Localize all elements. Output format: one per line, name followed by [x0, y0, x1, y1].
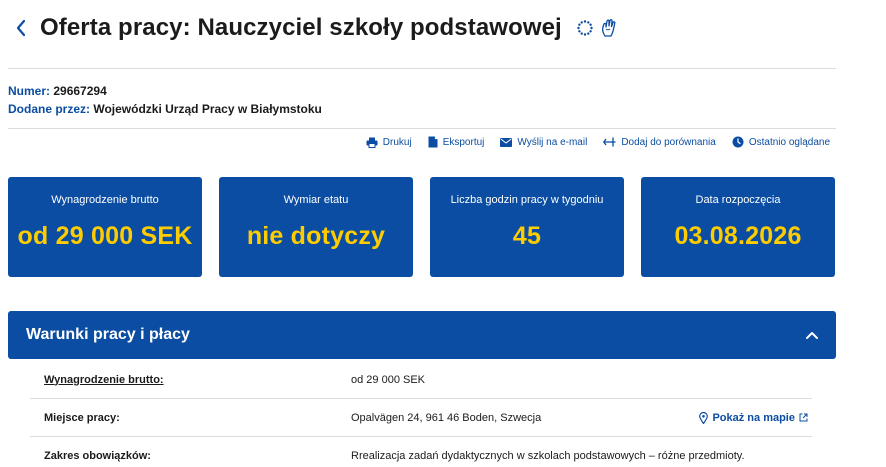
detail-key: Zakres obowiązków: — [44, 450, 151, 462]
print-button[interactable]: Drukuj — [366, 137, 412, 148]
accordion-title: Warunki pracy i płacy — [26, 326, 190, 343]
compare-icon — [603, 137, 616, 147]
added-by-row: Dodane przez: Wojewódzki Urząd Pracy w B… — [8, 100, 322, 118]
detail-value: Rrealizacja zadań dydaktycznych w szkola… — [351, 450, 745, 462]
meta-divider — [8, 128, 836, 129]
employment-card: Wymiar etatu nie dotyczy — [219, 177, 413, 277]
eu-stars-icon[interactable] — [576, 19, 594, 37]
added-by-value: Wojewódzki Urząd Pracy w Białymstoku — [93, 102, 322, 116]
printer-icon — [366, 137, 378, 148]
page-header: Oferta pracy: Nauczyciel szkoły podstawo… — [8, 8, 836, 48]
detail-key: Wynagrodzenie brutto: — [44, 373, 164, 386]
title-icons — [576, 18, 618, 38]
detail-value: Opalvägen 24, 961 46 Boden, Szwecja — [351, 411, 542, 424]
document-icon — [428, 136, 438, 148]
offer-number-value: 29667294 — [53, 84, 107, 98]
working-conditions-table: Wynagrodzenie brutto: od 29 000 SEK Miej… — [30, 361, 812, 467]
clock-icon — [732, 136, 744, 148]
employment-card-value: nie dotyczy — [246, 222, 386, 250]
start-date-card: Data rozpoczęcia 03.08.2026 — [641, 177, 835, 277]
back-chevron-icon — [16, 19, 26, 37]
export-button[interactable]: Eksportuj — [428, 136, 485, 148]
table-row: Wynagrodzenie brutto: od 29 000 SEK — [30, 361, 812, 399]
export-label: Eksportuj — [442, 136, 485, 148]
detail-value: od 29 000 SEK — [351, 373, 426, 386]
hours-card-label: Liczba godzin pracy w tygodniu — [450, 194, 604, 206]
external-link-icon — [799, 413, 808, 422]
job-offer-page: Oferta pracy: Nauczyciel szkoły podstawo… — [0, 0, 886, 467]
employment-card-label: Wymiar etatu — [283, 194, 349, 206]
envelope-icon — [500, 137, 513, 147]
accessibility-hand-icon[interactable] — [600, 18, 618, 38]
email-label: Wyślij na e-mail — [517, 136, 588, 148]
show-on-map-link[interactable]: Pokaż na mapie — [699, 411, 808, 424]
hours-card: Liczba godzin pracy w tygodniu 45 — [430, 177, 624, 277]
header-divider — [8, 68, 836, 69]
compare-label: Dodaj do porównania — [621, 136, 716, 148]
start-date-card-value: 03.08.2026 — [674, 222, 802, 250]
salary-card-value: od 29 000 SEK — [17, 222, 193, 250]
hours-card-value: 45 — [512, 222, 542, 250]
offer-number-row: Numer: 29667294 — [8, 82, 322, 100]
print-label: Drukuj — [382, 136, 412, 148]
summary-cards: Wynagrodzenie brutto od 29 000 SEK Wymia… — [8, 177, 835, 277]
offer-number-label: Numer: — [8, 84, 51, 98]
salary-card-label: Wynagrodzenie brutto — [51, 194, 159, 206]
show-on-map-label: Pokaż na mapie — [712, 411, 795, 424]
back-button[interactable] — [10, 13, 32, 43]
table-row: Miejsce pracy: Opalvägen 24, 961 46 Bode… — [30, 399, 812, 437]
recently-viewed-button[interactable]: Ostatnio oglądane — [732, 136, 830, 148]
page-title: Oferta pracy: Nauczyciel szkoły podstawo… — [40, 14, 562, 41]
action-toolbar: Drukuj Eksportuj Wyślij na e-mail Dodaj … — [366, 136, 830, 148]
email-button[interactable]: Wyślij na e-mail — [500, 137, 587, 148]
added-by-label: Dodane przez: — [8, 102, 91, 116]
table-row: Zakres obowiązków: Rrealizacja zadań dyd… — [30, 437, 812, 467]
working-conditions-accordion[interactable]: Warunki pracy i płacy — [8, 311, 836, 359]
start-date-card-label: Data rozpoczęcia — [695, 194, 781, 206]
compare-button[interactable]: Dodaj do porównania — [603, 137, 716, 148]
chevron-up-icon — [804, 327, 820, 343]
location-pin-icon — [699, 411, 709, 424]
offer-meta: Numer: 29667294 Dodane przez: Wojewódzki… — [8, 82, 322, 118]
detail-key: Miejsce pracy: — [44, 411, 120, 424]
recently-viewed-label: Ostatnio oglądane — [748, 136, 830, 148]
salary-card: Wynagrodzenie brutto od 29 000 SEK — [8, 177, 202, 277]
